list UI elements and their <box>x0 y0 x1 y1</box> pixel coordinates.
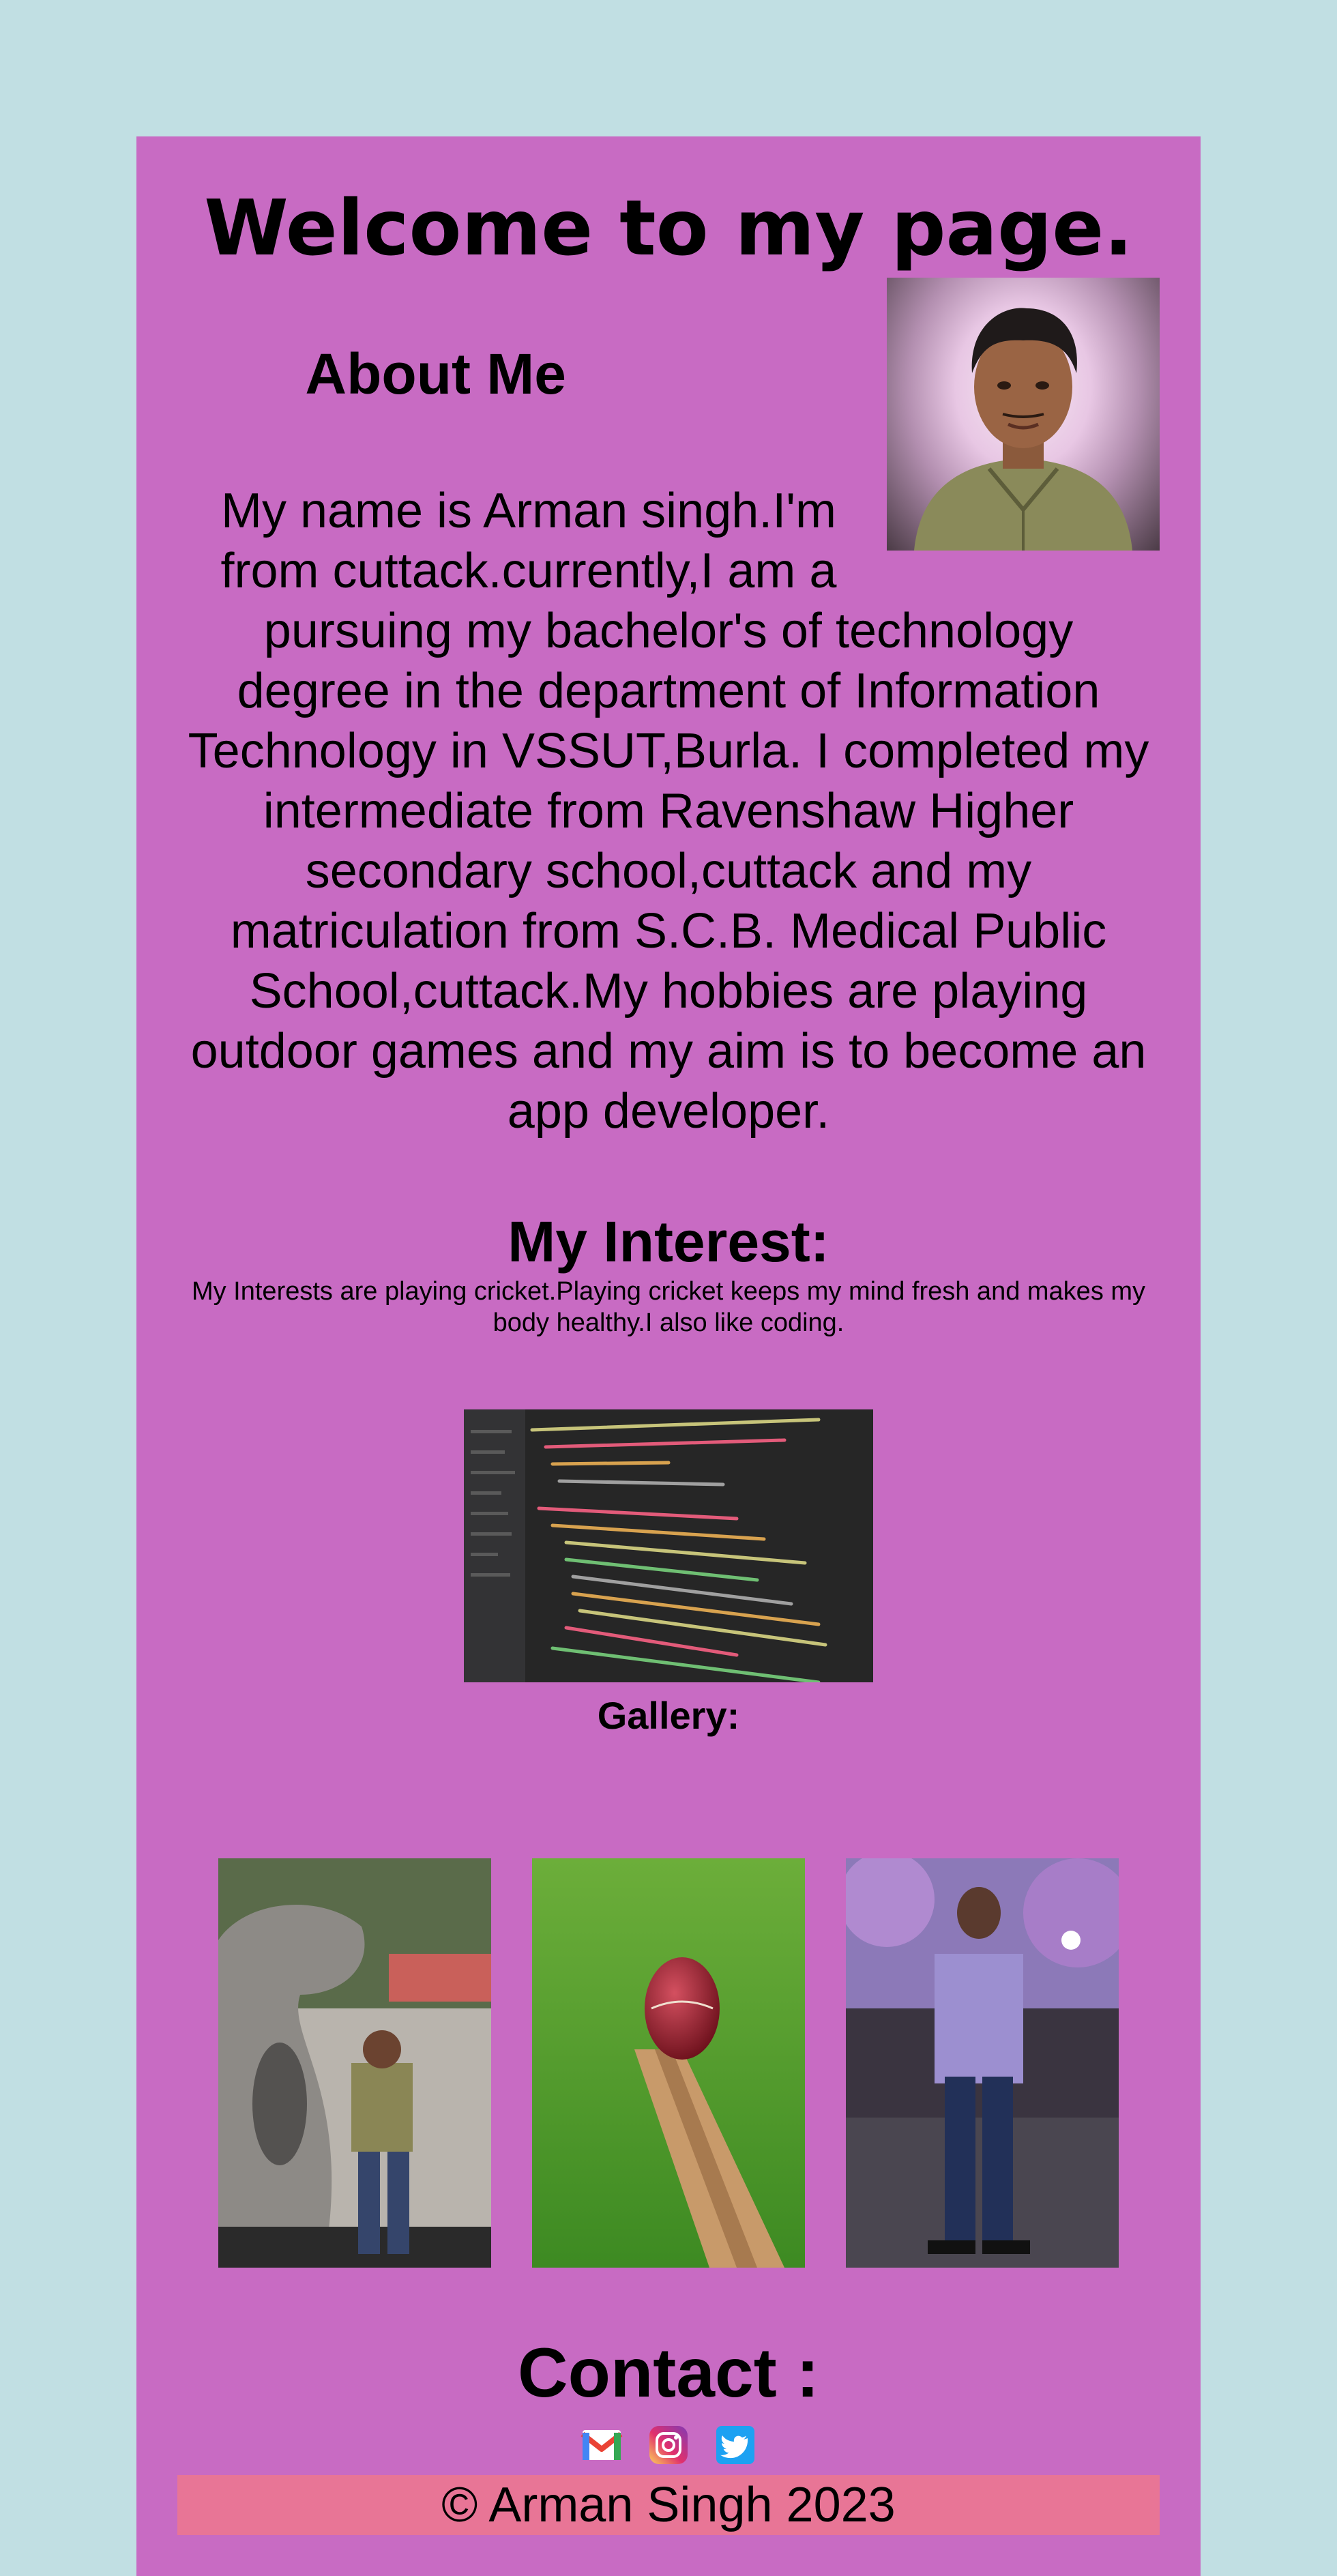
gallery-photo-cricket <box>532 1858 805 2268</box>
photo-float-spacer <box>870 481 1149 601</box>
gallery-photo-street <box>846 1858 1119 2268</box>
interest-paragraph: My Interests are playing cricket.Playing… <box>191 1277 1146 1337</box>
about-heading: About Me <box>305 342 566 406</box>
gallery-heading: Gallery: <box>597 1694 740 1737</box>
contact-heading: Contact : <box>518 2334 819 2412</box>
footer-copyright: © Arman Singh 2023 <box>177 2475 1160 2535</box>
about-section: My name is Arman singh.I'm from cuttack.… <box>188 481 1149 1141</box>
gallery-photo-statue <box>218 1858 491 2268</box>
coding-image <box>464 1409 873 1682</box>
interest-heading: My Interest: <box>508 1210 829 1274</box>
gmail-icon[interactable] <box>580 2423 623 2467</box>
main-card: Welcome to my page. About Me My name is … <box>136 136 1201 2576</box>
twitter-icon[interactable] <box>714 2423 757 2467</box>
page-title: Welcome to my page. <box>204 184 1133 273</box>
instagram-icon[interactable] <box>647 2423 690 2467</box>
